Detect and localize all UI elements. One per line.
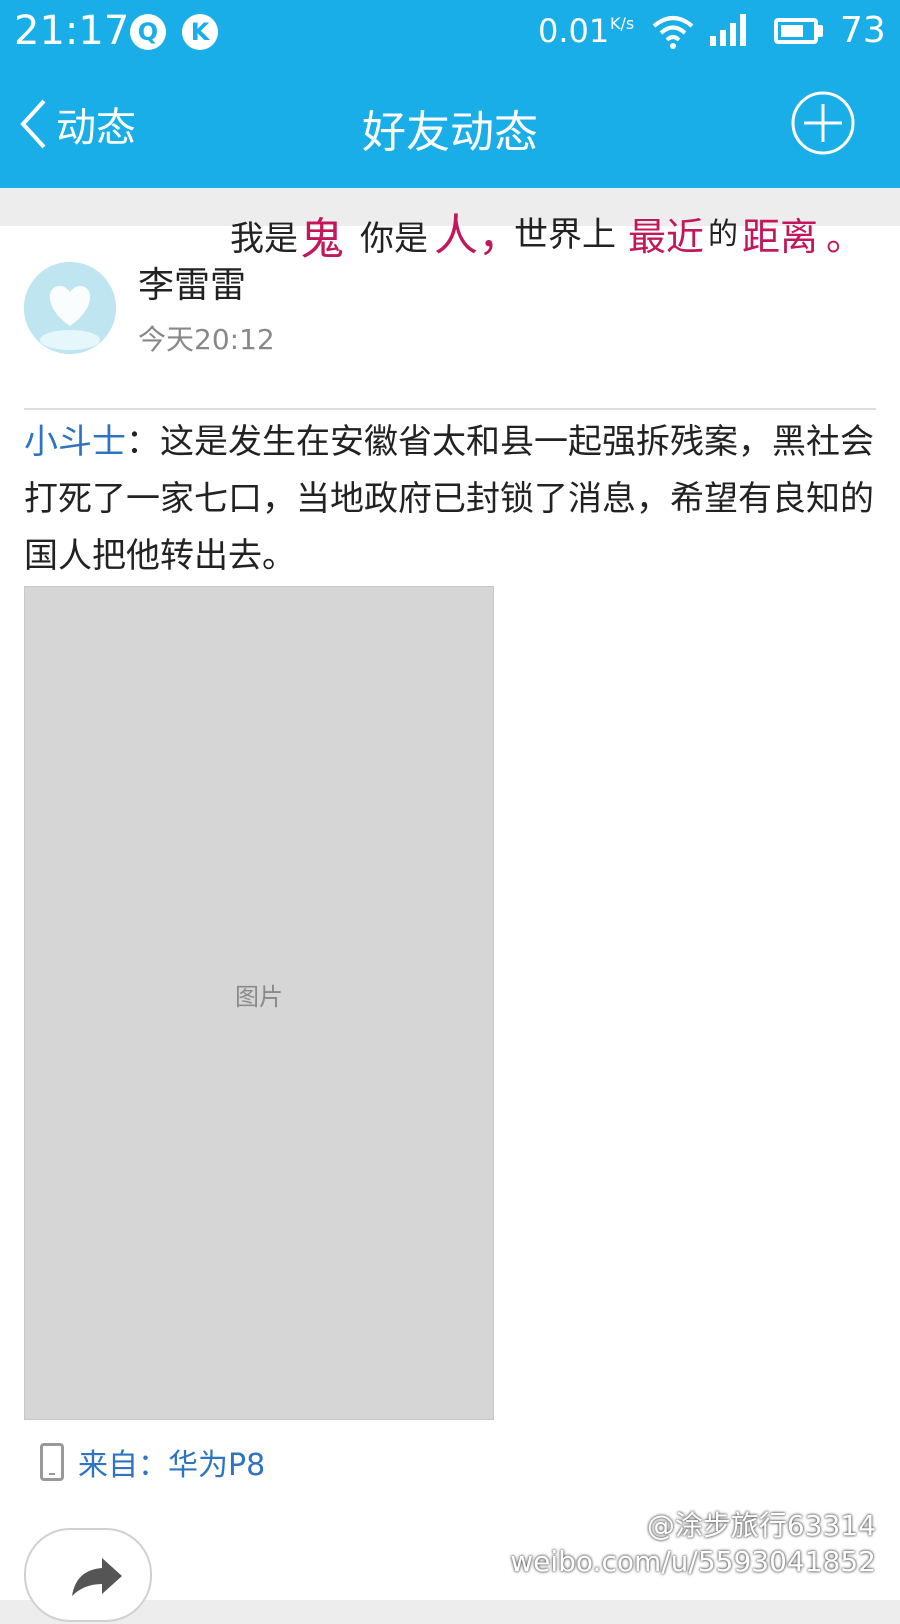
share-button[interactable] xyxy=(24,1528,152,1622)
svg-text:世界上: 世界上 xyxy=(514,215,616,255)
back-button[interactable]: 动态 xyxy=(18,96,168,152)
svg-text:最近: 最近 xyxy=(628,215,704,259)
post-timestamp: 今天20:12 xyxy=(138,323,275,356)
post-photo[interactable]: 图片 xyxy=(24,586,494,1420)
top-bar: 21:17 Q K 0.01 K/s 73 动态 好友动态 xyxy=(0,0,900,188)
status-time: 21:17 xyxy=(14,8,130,54)
post-user-name[interactable]: 李雷雷 xyxy=(138,256,246,308)
quoted-author-link[interactable]: 小斗士 xyxy=(24,422,126,462)
watermark-handle: @涂步旅行63314 xyxy=(646,1509,876,1542)
author-separator: ： xyxy=(126,422,160,462)
status-bar: 21:17 Q K 0.01 K/s 73 xyxy=(0,0,900,66)
post-body: 小斗士：这是发生在安徽省太和县一起强拆残案，黑社会打死了一家七口，当地政府已封锁… xyxy=(24,414,884,585)
battery-tip xyxy=(818,25,823,37)
battery-level xyxy=(781,25,803,37)
watermark-url: weibo.com/u/5593041852 xyxy=(510,1545,876,1578)
avatar[interactable] xyxy=(24,262,116,354)
add-button[interactable] xyxy=(790,90,856,156)
photo-placeholder-label: 图片 xyxy=(235,983,283,1011)
svg-text:我是: 我是 xyxy=(230,219,298,259)
net-speed-unit: K/s xyxy=(610,14,635,33)
page-title: 好友动态 xyxy=(362,107,538,158)
chevron-left-icon xyxy=(20,99,46,149)
battery-icon xyxy=(774,18,818,44)
svg-text:。: 。 xyxy=(826,215,864,259)
share-arrow-icon xyxy=(72,1558,122,1596)
back-label: 动态 xyxy=(56,105,136,151)
heart-cloud-avatar-icon xyxy=(24,262,116,354)
svg-text:鬼: 鬼 xyxy=(300,214,344,265)
divider xyxy=(24,408,876,410)
post-source[interactable]: 来自：华为P8 xyxy=(40,1440,265,1484)
weibo-watermark: @涂步旅行63314 weibo.com/u/5593041852 xyxy=(510,1508,876,1580)
svg-text:人，: 人， xyxy=(434,210,522,261)
net-speed: 0.01 xyxy=(538,12,610,50)
k-app-icon: K xyxy=(182,14,218,50)
svg-text:的: 的 xyxy=(708,217,738,252)
post-banner-image: 我是 鬼 你是 人， 世界上 最近 的 距离 。 xyxy=(230,210,864,265)
svg-text:你是: 你是 xyxy=(360,219,428,259)
q-app-icon: Q xyxy=(130,14,166,50)
battery-percent: 73 xyxy=(840,10,886,51)
svg-text:距离: 距离 xyxy=(742,215,818,259)
post-source-label: 来自：华为P8 xyxy=(78,1448,266,1483)
phone-icon xyxy=(40,1443,64,1481)
wifi-icon xyxy=(652,16,694,49)
signal-icon xyxy=(710,14,746,46)
